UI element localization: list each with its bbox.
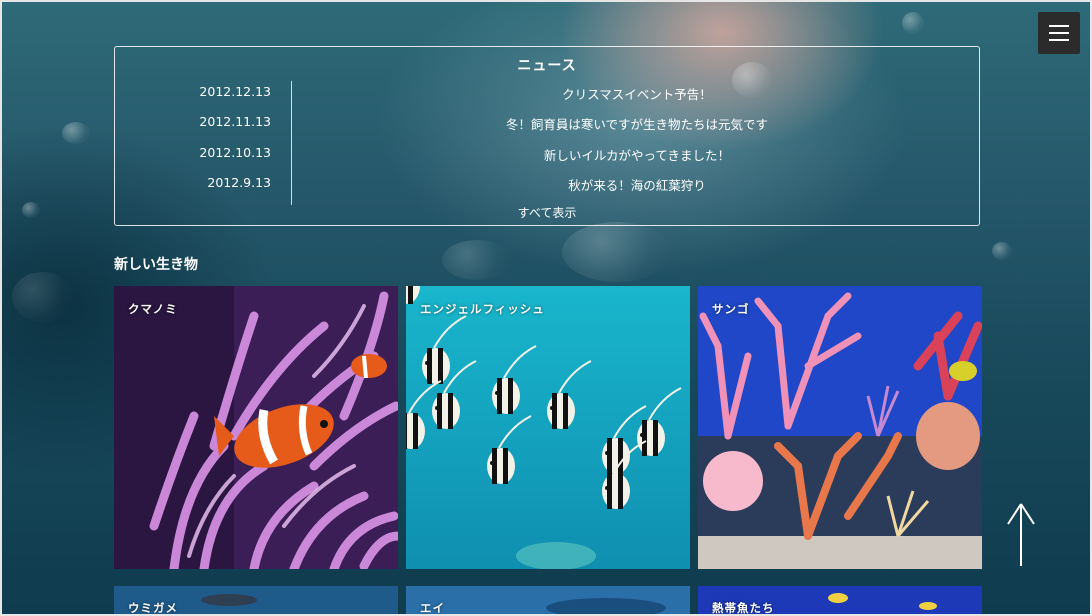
news-link[interactable]: 新しいイルカがやってきました！: [295, 145, 979, 164]
hamburger-menu-icon: [1049, 25, 1069, 27]
creature-card-tropical-fish[interactable]: 熱帯魚たち: [698, 586, 982, 615]
news-date: 2012.9.13: [207, 175, 271, 190]
menu-button[interactable]: [1038, 12, 1080, 54]
ray-image: [406, 586, 690, 614]
creature-card-label: ウミガメ: [128, 601, 178, 615]
bubble-decoration: [22, 202, 40, 218]
news-title: ニュース: [517, 58, 577, 74]
news-link[interactable]: 秋が来る！海の紅葉狩り: [295, 175, 979, 194]
view-all-news-link[interactable]: すべて表示: [115, 204, 979, 221]
bubble-decoration: [442, 240, 512, 280]
angelfish-image: [406, 286, 690, 569]
bubble-decoration: [992, 242, 1012, 260]
new-creatures-heading: 新しい生き物: [114, 257, 198, 273]
news-date: 2012.11.13: [199, 114, 271, 129]
clownfish-image: [114, 286, 398, 569]
bubble-decoration: [902, 12, 924, 34]
arrow-up-icon[interactable]: [1006, 500, 1036, 568]
creature-card-label: エイ: [420, 601, 445, 615]
news-item[interactable]: 2012.12.13 クリスマスイベント予告！: [115, 84, 979, 104]
news-item[interactable]: 2012.10.13 新しいイルカがやってきました！: [115, 145, 979, 165]
bubble-decoration: [62, 122, 90, 144]
page: ニュース 2012.12.13 クリスマスイベント予告！ 2012.11.13 …: [0, 0, 1092, 616]
creature-card-label: 熱帯魚たち: [712, 601, 775, 615]
creature-card-sea-turtle[interactable]: ウミガメ: [114, 586, 398, 615]
bubble-decoration: [562, 222, 672, 282]
creature-card-label: エンジェルフィッシュ: [420, 302, 545, 316]
news-link[interactable]: 冬！飼育員は寒いですが生き物たちは元気です: [295, 114, 979, 133]
coral-image: [698, 286, 982, 569]
creature-card-angelfish[interactable]: エンジェルフィッシュ: [406, 286, 690, 569]
news-date: 2012.12.13: [199, 84, 271, 99]
news-panel: ニュース 2012.12.13 クリスマスイベント予告！ 2012.11.13 …: [114, 46, 980, 226]
creature-card-clownfish[interactable]: クマノミ: [114, 286, 398, 569]
creature-card-ray[interactable]: エイ: [406, 586, 690, 615]
news-link[interactable]: クリスマスイベント予告！: [295, 84, 979, 103]
news-item[interactable]: 2012.9.13 秋が来る！海の紅葉狩り: [115, 175, 979, 195]
creature-card-coral[interactable]: サンゴ: [698, 286, 982, 569]
bubble-decoration: [12, 272, 72, 322]
news-date: 2012.10.13: [199, 145, 271, 160]
creature-card-label: クマノミ: [128, 302, 178, 316]
creature-card-label: サンゴ: [712, 302, 750, 316]
news-item[interactable]: 2012.11.13 冬！飼育員は寒いですが生き物たちは元気です: [115, 114, 979, 134]
